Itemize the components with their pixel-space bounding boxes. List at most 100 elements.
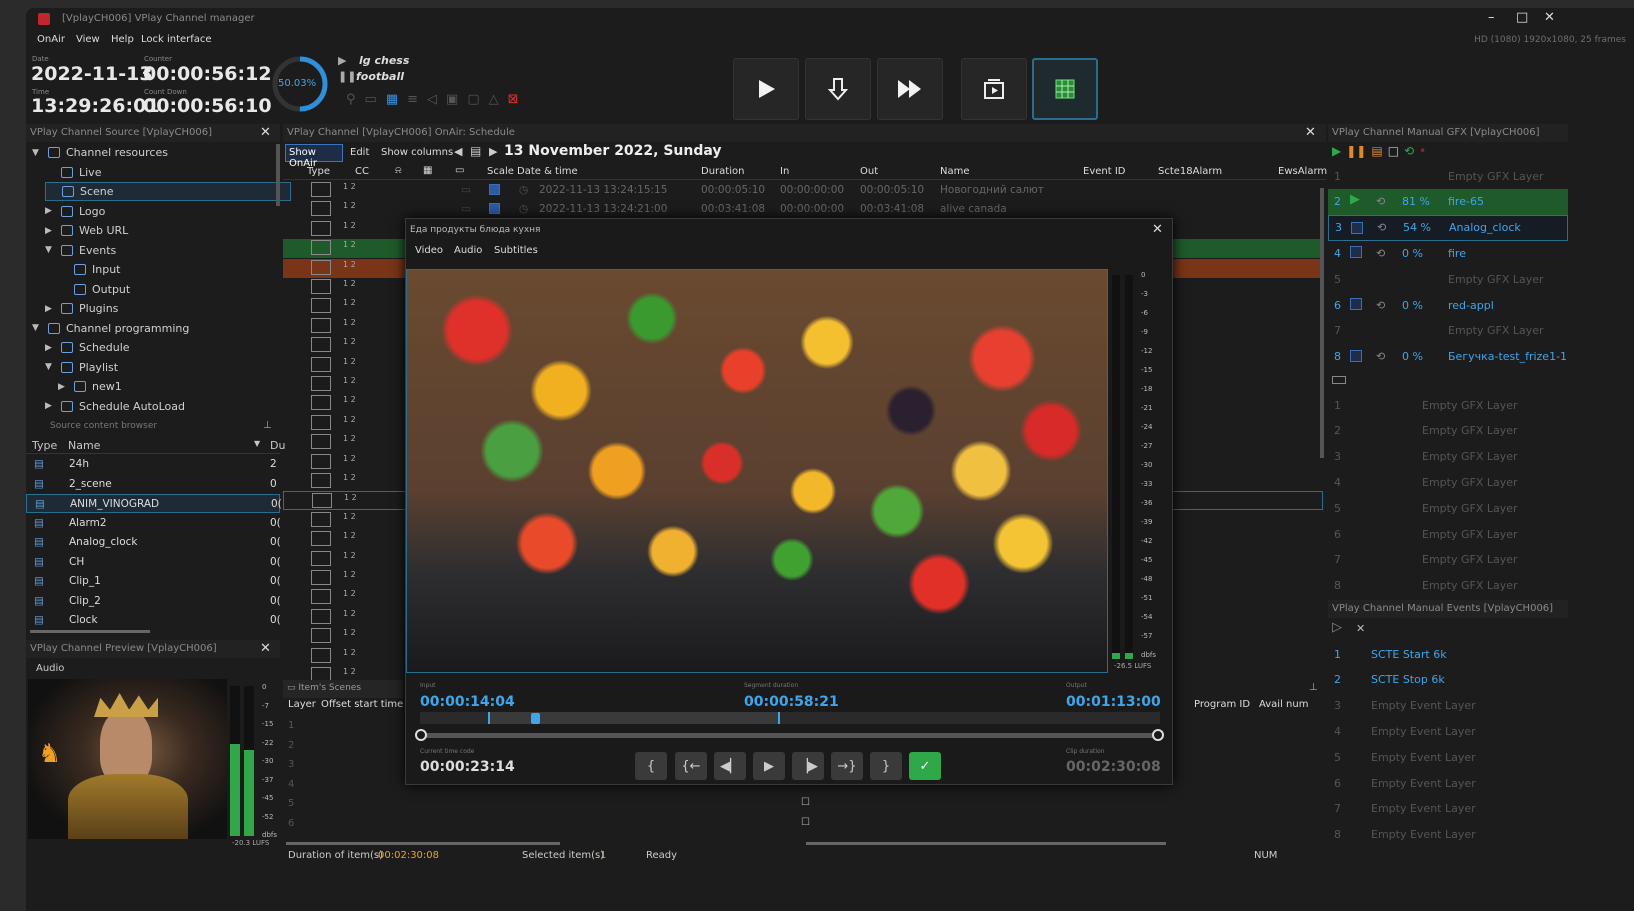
play-button[interactable] bbox=[733, 58, 799, 120]
timeline-bar[interactable] bbox=[420, 733, 1160, 738]
tree-item-input[interactable]: Input bbox=[58, 260, 120, 279]
tree-item-scene[interactable]: Scene bbox=[45, 182, 291, 201]
schedule-vscroll[interactable] bbox=[1320, 188, 1324, 458]
events-clear-icon[interactable]: ✕ bbox=[1356, 622, 1365, 635]
gfx-layer-row[interactable]: 7 Empty GFX Layer bbox=[1328, 547, 1568, 573]
file-row[interactable]: ▤ 2_scene 0 bbox=[26, 475, 280, 494]
col-out[interactable]: Out bbox=[860, 166, 878, 177]
col-datetime[interactable]: Date & time bbox=[517, 166, 578, 177]
gfx-layer-row[interactable]: 2 ▶ ⟲ 81 % fire-65 bbox=[1328, 188, 1568, 215]
schedule-row[interactable]: 1 2 ▭ ◷ 2022-11-13 13:24:21:00 00:03:41:08 00… bbox=[283, 200, 1323, 219]
stop-icon[interactable]: ⊠ bbox=[508, 92, 519, 107]
tree-item-plugins[interactable]: ▶ Plugins bbox=[45, 299, 118, 318]
tree-item-schedule[interactable]: ▶ Schedule bbox=[45, 338, 130, 357]
gfx-loop-icon[interactable]: ⟲ bbox=[1404, 144, 1414, 158]
go-to-out-button[interactable]: →} bbox=[831, 752, 863, 780]
col-duration[interactable]: Duration bbox=[701, 166, 744, 177]
gfx-layer-row[interactable]: 4 ⟲ 0 % fire bbox=[1328, 240, 1568, 266]
event-layer-row[interactable]: 1 SCTE Start 6k bbox=[1328, 641, 1568, 667]
calendar-icon[interactable]: ▤ bbox=[470, 144, 481, 158]
gfx-loop-icon[interactable]: ⟲ bbox=[1376, 350, 1385, 363]
preview-audio-tab[interactable]: Audio bbox=[36, 663, 64, 674]
tree-arrow-icon[interactable]: ▶ bbox=[45, 304, 55, 314]
tree-arrow-icon[interactable]: ▼ bbox=[45, 362, 55, 372]
col-avail-num[interactable]: Avail num bbox=[1259, 699, 1308, 710]
gfx-layer-row[interactable]: 3 Empty GFX Layer bbox=[1328, 444, 1568, 470]
clip-tab-audio[interactable]: Audio bbox=[454, 245, 482, 256]
tree-arrow-icon[interactable]: ▶ bbox=[58, 382, 68, 392]
event-layer-row[interactable]: 3 Empty Event Layer bbox=[1328, 693, 1568, 719]
tab-show-onair[interactable]: Show OnAir bbox=[285, 144, 343, 169]
col-scte18alarm[interactable]: Scte18Alarm bbox=[1158, 166, 1222, 177]
close-window-button[interactable]: ✕ bbox=[1544, 10, 1555, 25]
schedule-close-button[interactable]: ✕ bbox=[1305, 125, 1316, 140]
output-tc[interactable]: 00:01:13:00 bbox=[1066, 694, 1161, 710]
menu-onair[interactable]: OnAir bbox=[37, 34, 65, 45]
tree-item-schedule-autoload[interactable]: ▶ Schedule AutoLoad bbox=[45, 397, 185, 416]
col-cc[interactable]: CC bbox=[355, 166, 369, 177]
tree-arrow-icon[interactable]: ▶ bbox=[45, 401, 55, 411]
tree-item-logo[interactable]: ▶ Logo bbox=[45, 202, 105, 221]
tree-item-channel-resources[interactable]: ▼ Channel resources bbox=[32, 143, 168, 162]
clip-play-button[interactable]: ▶ bbox=[753, 752, 785, 780]
col-program-id[interactable]: Program ID bbox=[1194, 699, 1250, 710]
menu-view[interactable]: View bbox=[76, 34, 100, 45]
gfx-divider-checkbox[interactable] bbox=[1332, 376, 1346, 384]
gfx-layer-row[interactable]: 7 Empty GFX Layer bbox=[1328, 318, 1568, 344]
tab-edit[interactable]: Edit bbox=[350, 147, 369, 158]
schedule-grid-button[interactable] bbox=[1032, 58, 1098, 120]
gfx-layer-row[interactable]: 1 Empty GFX Layer bbox=[1328, 392, 1568, 418]
mark-in-button[interactable]: { bbox=[635, 752, 667, 780]
gfx-layer-row[interactable]: 1 Empty GFX Layer bbox=[1328, 163, 1568, 189]
event-layer-row[interactable]: 8 Empty Event Layer bbox=[1328, 822, 1568, 848]
tree-arrow-icon[interactable]: ▶ bbox=[45, 206, 55, 216]
gfx-layer-row[interactable]: 6 ⟲ 0 % red-appl bbox=[1328, 292, 1568, 318]
mark-out-button[interactable]: } bbox=[870, 752, 902, 780]
tree-item-new1[interactable]: ▶ new1 bbox=[58, 377, 122, 396]
file-row[interactable]: ▤ Clip_2 0( bbox=[26, 592, 281, 611]
events-play-icon[interactable]: ▷ bbox=[1332, 620, 1342, 635]
gfx-layer-row[interactable]: 6 Empty GFX Layer bbox=[1328, 521, 1568, 547]
col-name[interactable]: Name bbox=[940, 166, 970, 177]
event-layer-row[interactable]: 7 Empty Event Layer bbox=[1328, 796, 1568, 822]
tree-item-playlist[interactable]: ▼ Playlist bbox=[45, 358, 118, 377]
gfx-clear-icon[interactable]: • bbox=[1419, 144, 1426, 158]
event-layer-row[interactable]: 2 SCTE Stop 6k bbox=[1328, 667, 1568, 693]
preview-close-button[interactable]: ✕ bbox=[260, 641, 271, 656]
grid-icon[interactable]: ▦ bbox=[386, 92, 398, 107]
clip-dialog-close-button[interactable]: ✕ bbox=[1152, 222, 1163, 237]
event-layer-row[interactable]: 5 Empty Event Layer bbox=[1328, 744, 1568, 770]
maximize-button[interactable]: □ bbox=[1516, 10, 1528, 25]
tree-scrollbar[interactable] bbox=[276, 144, 280, 206]
next-day-button[interactable]: ▶ bbox=[489, 145, 497, 158]
step-forward-button[interactable]: ▕▶ bbox=[792, 752, 824, 780]
tree-item-live[interactable]: Live bbox=[45, 163, 101, 182]
timeline-start-handle[interactable] bbox=[415, 729, 427, 741]
gfx-layer-row[interactable]: 8 Empty GFX Layer bbox=[1328, 573, 1568, 599]
clip-button[interactable] bbox=[961, 58, 1027, 120]
col-type[interactable]: Type bbox=[307, 166, 330, 177]
scenes-pin-icon[interactable]: ⊥ bbox=[1309, 682, 1318, 693]
gfx-stack-icon[interactable]: ▤ bbox=[1371, 144, 1382, 158]
tree-item-events[interactable]: ▼ Events bbox=[45, 241, 116, 260]
gfx-stop-icon[interactable]: □ bbox=[1388, 144, 1399, 158]
tree-arrow-icon[interactable]: ▶ bbox=[45, 226, 55, 236]
gfx-loop-icon[interactable]: ⟲ bbox=[1377, 221, 1386, 234]
tree-arrow-icon[interactable]: ▶ bbox=[45, 343, 55, 353]
menu-lock-interface[interactable]: Lock interface bbox=[141, 34, 212, 45]
timeline-end-handle[interactable] bbox=[1152, 729, 1164, 741]
gfx-layer-checkbox[interactable] bbox=[1350, 298, 1362, 310]
schedule-row[interactable]: 1 2 ▭ ◷ 2022-11-13 13:24:15:15 00:00:05:10 00… bbox=[283, 181, 1323, 200]
sort-icon[interactable]: ▼ bbox=[254, 439, 260, 448]
gfx-play-icon[interactable]: ▶ bbox=[1332, 144, 1341, 158]
gfx-layer-row[interactable]: 4 Empty GFX Layer bbox=[1328, 469, 1568, 495]
gfx-layer-row[interactable]: 3 ⟲ 54 % Analog_clock bbox=[1328, 214, 1568, 241]
playhead-marker[interactable] bbox=[531, 713, 540, 724]
file-row[interactable]: ▤ Alarm2 0( bbox=[26, 514, 281, 533]
clip-tab-video[interactable]: Video bbox=[415, 245, 443, 256]
file-row[interactable]: ▤ Clip_1 0( bbox=[26, 572, 281, 591]
file-row[interactable]: ▤ Clock 0( bbox=[26, 611, 281, 630]
tree-arrow-icon[interactable]: ▼ bbox=[32, 148, 42, 158]
gfx-loop-icon[interactable]: ⟲ bbox=[1376, 247, 1385, 260]
go-to-in-button[interactable]: {← bbox=[675, 752, 707, 780]
